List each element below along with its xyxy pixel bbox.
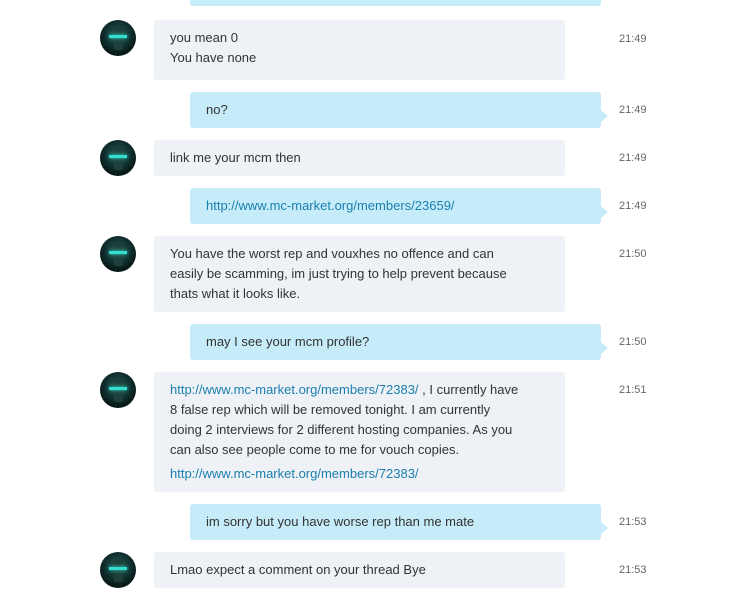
incoming-message-bubble: you mean 0 You have none	[154, 20, 565, 80]
contact-avatar[interactable]	[100, 140, 136, 176]
incoming-message-bubble: http://www.mc-market.org/members/72383/ …	[154, 372, 565, 492]
message-text: 8 false rep which will be removed tonigh…	[170, 402, 491, 417]
message-timestamp: 21:50	[619, 248, 647, 260]
message-text: can also see people come to me for vouch…	[170, 442, 460, 457]
message-timestamp: 21:53	[619, 516, 647, 528]
message-text: link me your mcm then	[170, 150, 301, 165]
incoming-message-bubble: link me your mcm then	[154, 140, 565, 176]
message-text: You have the worst rep and vouxhes no of…	[170, 246, 494, 261]
incoming-message-bubble: Lmao expect a comment on your thread Bye	[154, 552, 565, 588]
message-timestamp: 21:49	[619, 33, 647, 45]
message-text: , I currently have	[418, 382, 519, 397]
message-text: Lmao expect a comment on your thread Bye	[170, 562, 426, 577]
message-link[interactable]: http://www.mc-market.org/members/72383/	[170, 464, 549, 484]
contact-avatar[interactable]	[100, 20, 136, 56]
contact-avatar[interactable]	[100, 236, 136, 272]
message-timestamp: 21:51	[619, 384, 647, 396]
message-timestamp: 21:49	[619, 152, 647, 164]
message-text: no?	[206, 102, 228, 117]
message-text: im sorry but you have worse rep than me …	[206, 514, 475, 529]
message-text: doing 2 interviews for 2 different hosti…	[170, 422, 513, 437]
outgoing-message-bubble: im sorry but you have worse rep than me …	[190, 504, 608, 540]
chat-conversation: you mean 0 You have none 21:49 no? 21:49…	[0, 0, 742, 611]
outgoing-message-bubble: no?	[190, 92, 608, 128]
message-text: may I see your mcm profile?	[206, 334, 370, 349]
message-timestamp: 21:49	[619, 200, 647, 212]
message-text: easily be scamming, im just trying to he…	[170, 266, 507, 281]
previous-message-bubble	[190, 0, 601, 6]
outgoing-message-bubble: http://www.mc-market.org/members/23659/	[190, 188, 608, 224]
message-text: thats what it looks like.	[170, 286, 301, 301]
message-timestamp: 21:49	[619, 104, 647, 116]
outgoing-message-bubble: may I see your mcm profile?	[190, 324, 608, 360]
contact-avatar[interactable]	[100, 552, 136, 588]
message-timestamp: 21:50	[619, 336, 647, 348]
message-link[interactable]: http://www.mc-market.org/members/23659/	[206, 196, 585, 216]
message-text: you mean 0	[170, 30, 238, 45]
message-link[interactable]: http://www.mc-market.org/members/72383/	[170, 382, 419, 397]
incoming-message-bubble: You have the worst rep and vouxhes no of…	[154, 236, 565, 312]
message-text: You have none	[170, 50, 257, 65]
message-timestamp: 21:53	[619, 564, 647, 576]
contact-avatar[interactable]	[100, 372, 136, 408]
message-line: http://www.mc-market.org/members/72383/ …	[170, 380, 549, 400]
